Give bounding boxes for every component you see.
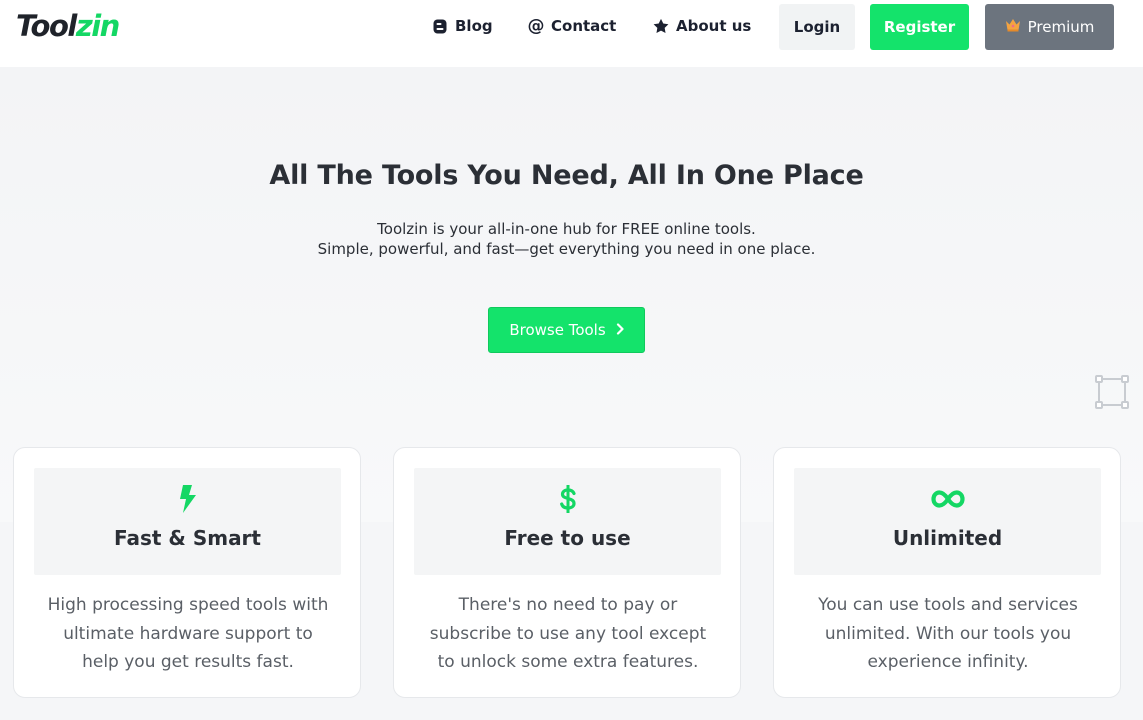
infinity-icon [794,484,1101,514]
register-button[interactable]: Register [870,4,969,50]
lightning-icon [34,484,341,514]
nav-contact-label: Contact [551,17,617,35]
login-button[interactable]: Login [779,4,855,50]
feature-description: High processing speed tools with ultimat… [47,595,329,672]
hero-subtitle-line2: Simple, powerful, and fast—get everythin… [317,240,816,258]
feature-card-unlimited: Unlimited You can use tools and services… [773,447,1121,698]
crown-icon [1005,18,1021,36]
feature-card-fast: Fast & Smart High processing speed tools… [13,447,361,698]
feature-title: Unlimited [892,526,1003,550]
feature-card-free: Free to use There's no need to pay or su… [393,447,741,698]
nav-about-link[interactable]: About us [653,13,751,39]
nav-blog-link[interactable]: Blog [432,13,493,39]
logo[interactable]: Toolzin [16,8,120,44]
nav-about-label: About us [676,17,752,35]
feature-title: Fast & Smart [114,526,261,550]
feature-title: Free to use [504,526,631,550]
top-navbar: Toolzin Blog @ Contact About us Login Re… [0,0,1143,67]
at-icon: @ [527,16,545,36]
feature-description: There's no need to pay or subscribe to u… [429,595,707,672]
selection-box-icon[interactable] [1095,375,1129,409]
hero-title: All The Tools You Need, All In One Place [269,160,864,191]
nav-blog-label: Blog [455,17,493,35]
star-icon [653,18,669,34]
blog-icon [432,18,448,34]
premium-button[interactable]: Premium [985,4,1114,50]
hero-subtitle-line1: Toolzin is your all-in-one hub for FREE … [377,220,756,238]
browse-tools-button[interactable]: Browse Tools [488,307,645,353]
nav-contact-link[interactable]: @ Contact [527,13,617,39]
dollar-icon [414,484,721,514]
feature-description: You can use tools and services unlimited… [818,595,1078,672]
feature-card-header: Free to use [414,468,721,575]
chevron-right-icon [616,321,624,339]
feature-card-header: Fast & Smart [34,468,341,575]
feature-card-header: Unlimited [794,468,1101,575]
